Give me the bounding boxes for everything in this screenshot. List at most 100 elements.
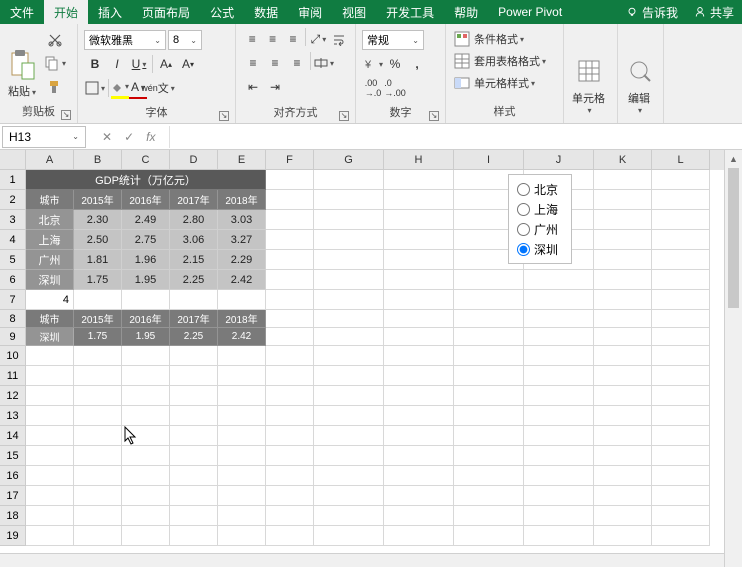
row-header-1[interactable]: 1 (0, 170, 26, 190)
cell-L13[interactable] (652, 406, 710, 426)
cell-J12[interactable] (524, 386, 594, 406)
cell-B8[interactable]: 2015年 (74, 310, 122, 328)
align-middle-button[interactable]: ≡ (262, 28, 282, 50)
font-launcher[interactable]: ↘ (219, 111, 229, 121)
cell-H9[interactable] (384, 328, 454, 346)
cell-C9[interactable]: 1.95 (122, 328, 170, 346)
cell-A14[interactable] (26, 426, 74, 446)
wrap-text-button[interactable] (329, 28, 349, 50)
cell-L4[interactable] (652, 230, 710, 250)
cell-K18[interactable] (594, 506, 652, 526)
cell-C11[interactable] (122, 366, 170, 386)
cell-A19[interactable] (26, 526, 74, 546)
cell-G14[interactable] (314, 426, 384, 446)
vertical-scrollbar[interactable]: ▲ (724, 150, 742, 567)
cell-G7[interactable] (314, 290, 384, 310)
cell-L10[interactable] (652, 346, 710, 366)
cell-B9[interactable]: 1.75 (74, 328, 122, 346)
cell-H11[interactable] (384, 366, 454, 386)
row-header-2[interactable]: 2 (0, 190, 26, 210)
cell-L3[interactable] (652, 210, 710, 230)
cell-G18[interactable] (314, 506, 384, 526)
cell-B10[interactable] (74, 346, 122, 366)
row-header-14[interactable]: 14 (0, 426, 26, 446)
cell-H8[interactable] (384, 310, 454, 328)
name-box[interactable]: H13⌄ (2, 126, 86, 148)
cell-F3[interactable] (266, 210, 314, 230)
radio-input-1[interactable] (517, 203, 530, 216)
cell-K16[interactable] (594, 466, 652, 486)
spreadsheet-grid[interactable]: ABCDEFGHIJKL 123456789101112131415161718… (0, 150, 742, 567)
cell-L12[interactable] (652, 386, 710, 406)
cell-I13[interactable] (454, 406, 524, 426)
cell-J17[interactable] (524, 486, 594, 506)
cell-D10[interactable] (170, 346, 218, 366)
cell-K17[interactable] (594, 486, 652, 506)
row-header-8[interactable]: 8 (0, 310, 26, 328)
row-header-9[interactable]: 9 (0, 328, 26, 346)
cell-D19[interactable] (170, 526, 218, 546)
cell-E18[interactable] (218, 506, 266, 526)
cell-K9[interactable] (594, 328, 652, 346)
row-header-7[interactable]: 7 (0, 290, 26, 310)
copy-button[interactable]: ▾ (44, 53, 66, 73)
cell-H13[interactable] (384, 406, 454, 426)
cell-F9[interactable] (266, 328, 314, 346)
col-header-E[interactable]: E (218, 150, 266, 170)
cell-L17[interactable] (652, 486, 710, 506)
cell-G3[interactable] (314, 210, 384, 230)
cell-L1[interactable] (652, 170, 710, 190)
row-header-15[interactable]: 15 (0, 446, 26, 466)
cell-C3[interactable]: 2.49 (122, 210, 170, 230)
cell-I6[interactable] (454, 270, 524, 290)
align-bottom-button[interactable]: ≡ (283, 28, 303, 50)
conditional-format-button[interactable]: 条件格式▾ (454, 28, 555, 50)
col-header-K[interactable]: K (594, 150, 652, 170)
cell-B13[interactable] (74, 406, 122, 426)
cell-E14[interactable] (218, 426, 266, 446)
cell-I12[interactable] (454, 386, 524, 406)
cell-H17[interactable] (384, 486, 454, 506)
cell-B16[interactable] (74, 466, 122, 486)
percent-button[interactable]: % (384, 53, 406, 75)
cell-I8[interactable] (454, 310, 524, 328)
cell-K5[interactable] (594, 250, 652, 270)
row-header-4[interactable]: 4 (0, 230, 26, 250)
cell-F11[interactable] (266, 366, 314, 386)
cell-A17[interactable] (26, 486, 74, 506)
cell-C8[interactable]: 2016年 (122, 310, 170, 328)
cell-E12[interactable] (218, 386, 266, 406)
tab-insert[interactable]: 插入 (88, 0, 132, 24)
cell-B19[interactable] (74, 526, 122, 546)
cell-F7[interactable] (266, 290, 314, 310)
cell-J13[interactable] (524, 406, 594, 426)
cell-G12[interactable] (314, 386, 384, 406)
share[interactable]: 共享 (686, 4, 742, 21)
number-format-select[interactable]: 常规⌄ (362, 30, 424, 50)
row-header-18[interactable]: 18 (0, 506, 26, 526)
align-launcher[interactable]: ↘ (339, 111, 349, 121)
cell-G11[interactable] (314, 366, 384, 386)
edit-button[interactable]: 编辑▾ (622, 26, 656, 117)
cell-B7[interactable] (74, 290, 122, 310)
cell-I15[interactable] (454, 446, 524, 466)
cell-J11[interactable] (524, 366, 594, 386)
row-header-3[interactable]: 3 (0, 210, 26, 230)
tab-powerpivot[interactable]: Power Pivot (488, 0, 572, 24)
cell-G17[interactable] (314, 486, 384, 506)
cell-D18[interactable] (170, 506, 218, 526)
cell-B18[interactable] (74, 506, 122, 526)
cut-button[interactable] (44, 30, 66, 50)
cell-H2[interactable] (384, 190, 454, 210)
cell-J19[interactable] (524, 526, 594, 546)
grow-font-button[interactable]: A▴ (155, 53, 177, 75)
cell-J10[interactable] (524, 346, 594, 366)
radio-option-3[interactable]: 深圳 (517, 239, 563, 259)
cell-H10[interactable] (384, 346, 454, 366)
cell-G5[interactable] (314, 250, 384, 270)
horizontal-scrollbar[interactable] (0, 553, 724, 567)
cell-J6[interactable] (524, 270, 594, 290)
col-header-I[interactable]: I (454, 150, 524, 170)
cells-button[interactable]: 单元格▾ (568, 26, 609, 117)
align-left-button[interactable]: ≡ (242, 52, 264, 74)
